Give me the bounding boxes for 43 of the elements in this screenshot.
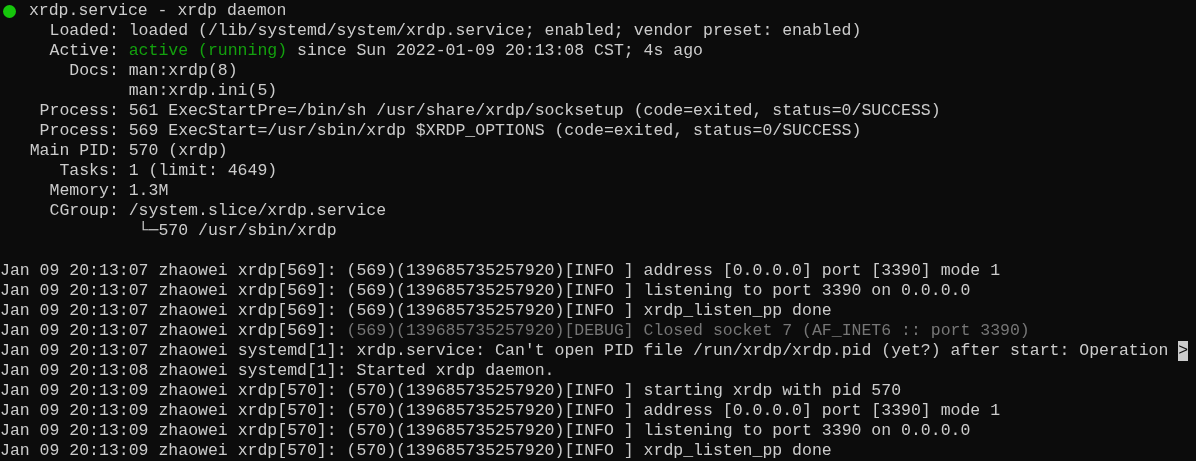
log-message: (569)(139685735257920)[INFO ] address [0.0.0.0] port [3390] mode 1 [346, 261, 1001, 281]
field-value: 569 ExecStart=/usr/sbin/xrdp $XRDP_OPTIONS (code=exited, status=0/SUCCESS) [128, 121, 862, 141]
log-message: (570)(139685735257920)[INFO ] xrdp_listen_pp done [346, 441, 832, 461]
log-source: Jan 09 20:13:09 zhaowei xrdp[570]: [0, 421, 337, 441]
field-value: 570 (xrdp) [128, 141, 228, 161]
field-label: Tasks: [58, 161, 119, 181]
field-label: Active: [48, 41, 119, 61]
log-source: Jan 09 20:13:09 zhaowei xrdp[570]: [0, 441, 337, 461]
log-message: Started xrdp daemon. [356, 361, 555, 381]
log-message: (569)(139685735257920)[INFO ] xrdp_listen_pp done [346, 301, 832, 321]
log-source: Jan 09 20:13:08 zhaowei systemd[1]: [0, 361, 347, 381]
overflow-marker: > [1178, 341, 1189, 361]
log-message: (570)(139685735257920)[INFO ] address [0.0.0.0] port [3390] mode 1 [346, 401, 1001, 421]
field-value: /system.slice/xrdp.service [128, 201, 387, 221]
active-status: active (running) [128, 41, 288, 61]
log-message: (570)(139685735257920)[INFO ] listening to port 3390 on 0.0.0.0 [346, 421, 971, 441]
log-source: Jan 09 20:13:07 zhaowei xrdp[569]: [0, 301, 337, 321]
unit-title: xrdp.service - xrdp daemon [28, 1, 287, 21]
log-source: Jan 09 20:13:07 zhaowei systemd[1]: [0, 341, 347, 361]
log-source: Jan 09 20:13:09 zhaowei xrdp[570]: [0, 401, 337, 421]
field-value: 1 (limit: 4649) [128, 161, 278, 181]
field-label: Main PID: [28, 141, 119, 161]
field-value: 561 ExecStartPre=/bin/sh /usr/share/xrdp/socksetup (code=exited, status=0/SUCCESS) [128, 101, 941, 121]
log-source: Jan 09 20:13:07 zhaowei xrdp[569]: [0, 261, 337, 281]
log-source: Jan 09 20:13:09 zhaowei xrdp[570]: [0, 381, 337, 401]
field-label: Docs: [68, 61, 119, 81]
log-source: Jan 09 20:13:07 zhaowei xrdp[569]: [0, 321, 337, 341]
field-value: 1.3M [128, 181, 169, 201]
field-label: Memory: [48, 181, 119, 201]
log-message: xrdp.service: Can't open PID file /run/xrdp/xrdp.pid (yet?) after start: Operation [356, 341, 1169, 361]
log-message: (569)(139685735257920)[DEBUG] Closed socket 7 (AF_INET6 :: port 3390) [346, 321, 1030, 341]
field-label: Loaded: [48, 21, 119, 41]
field-value: man:xrdp(8) [128, 61, 238, 81]
process-tree-entry: └─570 /usr/sbin/xrdp [138, 221, 337, 241]
field-value: loaded (/lib/systemd/system/xrdp.service; enabled; vendor preset: enabled) [128, 21, 862, 41]
field-label: Process: [38, 121, 119, 141]
field-label: CGroup: [48, 201, 119, 221]
field-label: Process: [38, 101, 119, 121]
log-message: (569)(139685735257920)[INFO ] listening to port 3390 on 0.0.0.0 [346, 281, 971, 301]
field-value: man:xrdp.ini(5) [128, 81, 278, 101]
log-message: (570)(139685735257920)[INFO ] starting xrdp with pid 570 [346, 381, 902, 401]
field-value: since Sun 2022-01-09 20:13:08 CST; 4s ago [296, 41, 703, 61]
log-source: Jan 09 20:13:07 zhaowei xrdp[569]: [0, 281, 337, 301]
